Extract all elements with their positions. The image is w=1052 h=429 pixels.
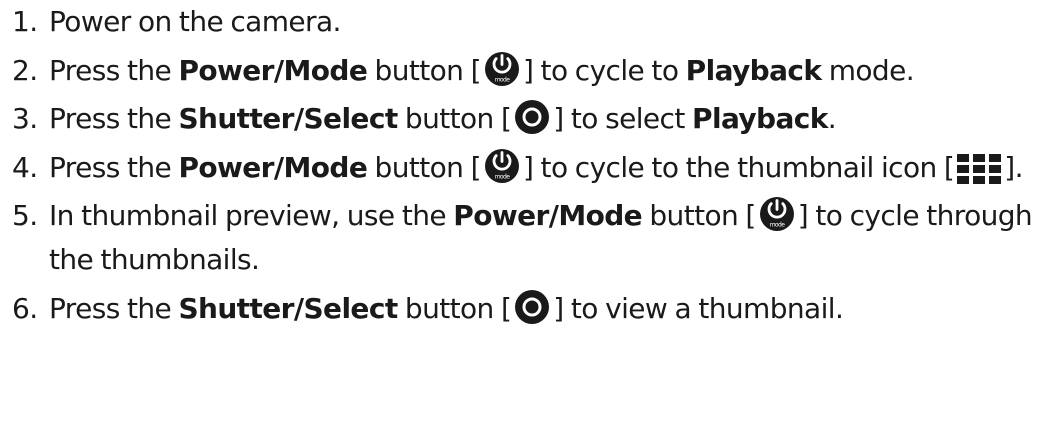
- shutter-select-label: Shutter/Select: [178, 291, 398, 325]
- power-mode-icon-label: mode: [769, 222, 785, 229]
- step-number: 3.: [12, 102, 38, 135]
- step-text: Press the: [49, 150, 179, 184]
- power-mode-icon-label: mode: [495, 173, 511, 180]
- step-text: ] to cycle to: [522, 53, 686, 87]
- step-number: 6.: [12, 291, 38, 325]
- step-text: Press the: [49, 102, 179, 135]
- step-number: 1.: [12, 5, 38, 38]
- step-text: button [: [397, 291, 512, 325]
- power-mode-label: Power/Mode: [178, 150, 368, 184]
- step-text: button [: [642, 199, 756, 232]
- step-text: button [: [397, 102, 512, 135]
- step-5: 5. In thumbnail preview, use the Power/M…: [12, 194, 1052, 282]
- power-mode-icon: mode: [759, 196, 795, 232]
- step-text: Power on the camera.: [49, 5, 341, 38]
- step-number: 4.: [12, 150, 38, 184]
- step-text: ] to view a thumbnail.: [553, 291, 844, 325]
- step-text: ].: [1004, 150, 1023, 184]
- step-number: 5.: [12, 199, 38, 232]
- playback-label: Playback: [685, 53, 822, 87]
- power-mode-icon: mode: [484, 51, 520, 87]
- shutter-select-icon: [514, 289, 550, 325]
- step-3: 3. Press the Shutter/Select button [ ] to…: [12, 97, 1052, 141]
- playback-label: Playback: [692, 102, 828, 135]
- step-2: 2. Press the Power/Mode button [ mode ] to…: [12, 49, 1052, 93]
- step-text: Press the: [49, 53, 179, 87]
- power-mode-label: Power/Mode: [178, 53, 368, 87]
- step-text: ] to cycle to the thumbnail icon [: [522, 150, 955, 184]
- shutter-select-label: Shutter/Select: [178, 102, 398, 135]
- step-4: 4. Press the Power/Mode button [ mode ] to…: [12, 146, 1052, 190]
- step-text: mode.: [821, 53, 915, 87]
- power-mode-icon: mode: [484, 148, 520, 184]
- step-number: 2.: [12, 53, 38, 87]
- instruction-steps: 1. Power on the camera. 2. Press the Pow…: [12, 0, 1052, 335]
- step-text: In thumbnail preview, use the: [49, 199, 454, 232]
- step-text: Press the: [49, 291, 179, 325]
- step-1: 1. Power on the camera.: [12, 0, 1052, 44]
- shutter-select-icon: [514, 99, 550, 135]
- thumbnail-grid-icon: [957, 153, 1002, 184]
- step-6: 6. Press the Shutter/Select button [ ] to…: [12, 287, 1052, 331]
- power-mode-icon-label: mode: [495, 76, 511, 83]
- power-mode-label: Power/Mode: [453, 199, 643, 232]
- step-text: button [: [367, 53, 482, 87]
- step-text: ] to select: [553, 102, 693, 135]
- step-text: button [: [367, 150, 482, 184]
- step-text: .: [827, 102, 837, 135]
